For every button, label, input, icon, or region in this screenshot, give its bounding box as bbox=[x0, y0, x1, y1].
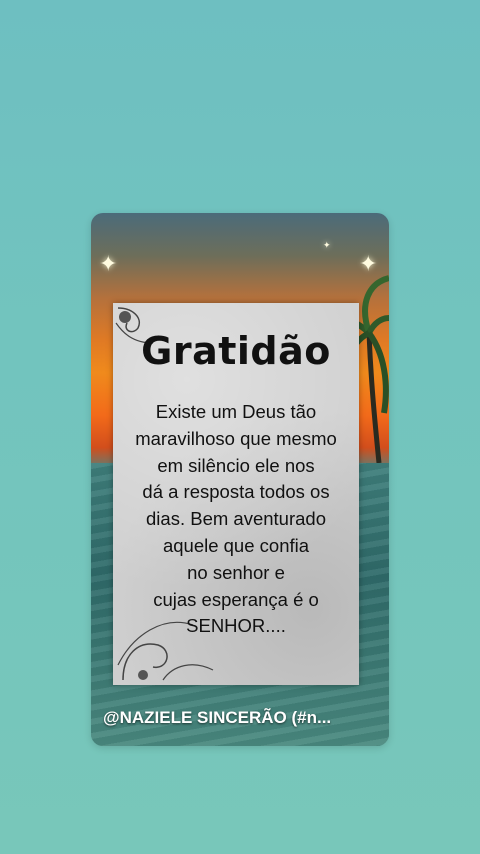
sparkle-icon: ✦ bbox=[359, 251, 378, 276]
author-caption[interactable]: @NAZIELE SINCERÃO (#n... bbox=[103, 708, 331, 728]
quote-line: cujas esperança é o bbox=[153, 588, 319, 610]
quote-note: Gratidão Existe um Deus tão maravilhoso … bbox=[113, 303, 359, 685]
quote-line: Existe um Deus tão bbox=[155, 401, 317, 422]
quote-line: em silêncio ele nos bbox=[157, 454, 315, 476]
post-card[interactable]: ✦ ✦ ✦ Gratidão Existe um Deus tão maravi… bbox=[91, 213, 389, 746]
quote-line: dá a resposta todos os bbox=[142, 481, 330, 503]
quote-line: aquele que confia bbox=[162, 534, 310, 556]
quote-line: no senhor e bbox=[187, 561, 285, 583]
quote-line: maravilhoso que mesmo bbox=[135, 427, 337, 449]
quote-line: dias. Bem aventurado bbox=[146, 508, 326, 530]
quote-text: Existe um Deus tão maravilhoso que mesmo… bbox=[119, 399, 353, 640]
sparkle-icon: ✦ bbox=[99, 251, 118, 276]
quote-line: SENHOR.... bbox=[186, 615, 286, 637]
post-title: Gratidão bbox=[141, 329, 331, 373]
sparkle-icon: ✦ bbox=[323, 240, 331, 250]
